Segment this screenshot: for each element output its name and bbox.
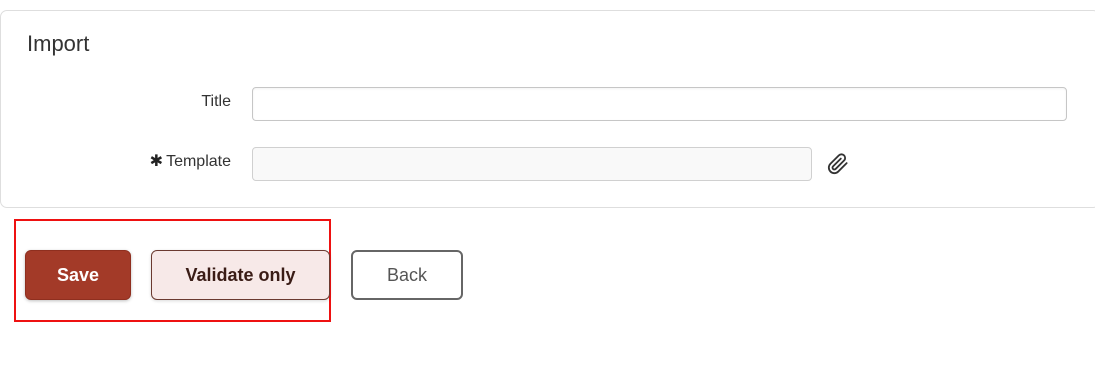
paperclip-icon[interactable]	[827, 153, 849, 175]
title-input[interactable]	[252, 87, 1067, 121]
template-file-input[interactable]	[252, 147, 812, 181]
panel-title: Import	[27, 31, 90, 56]
back-button[interactable]: Back	[351, 250, 463, 300]
required-icon: ✱	[149, 153, 164, 170]
title-label: Title	[201, 93, 231, 110]
template-label-text: Template	[166, 153, 231, 170]
template-label: ✱ Template	[150, 151, 231, 171]
import-panel: Import Title ✱ Template	[0, 10, 1095, 208]
save-button[interactable]: Save	[25, 250, 131, 300]
validate-only-button[interactable]: Validate only	[151, 250, 330, 300]
